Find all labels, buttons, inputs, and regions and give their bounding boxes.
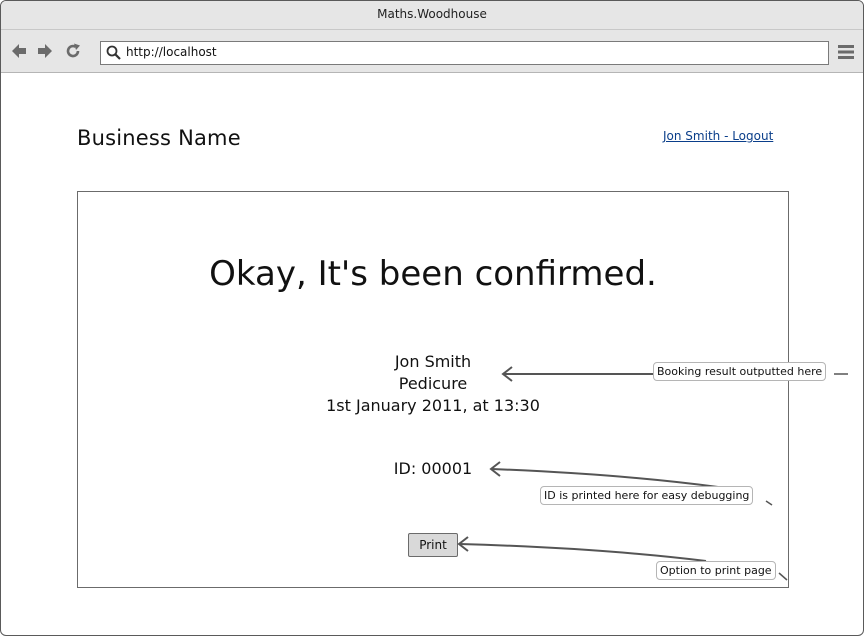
hamburger-menu-icon[interactable] [837,43,855,61]
print-button[interactable]: Print [408,533,458,557]
forward-arrow-icon[interactable] [36,42,54,60]
logout-link[interactable]: Jon Smith - Logout [663,129,773,143]
confirmation-panel: Okay, It's been confirmed. Jon Smith Ped… [77,191,789,588]
print-option-callout: Option to print page [656,561,776,580]
confirmation-headline: Okay, It's been confirmed. [209,254,657,294]
business-name: Business Name [77,126,241,150]
id-debug-callout: ID is printed here for easy debugging [540,486,754,505]
browser-toolbar: http://localhost [1,30,863,73]
booking-result-callout: Booking result outputted here [653,362,827,381]
service-name: Pedicure [398,374,468,393]
address-bar[interactable]: http://localhost [100,41,829,65]
title-bar: Maths.Woodhouse [1,1,863,30]
customer-name: Jon Smith [394,352,472,371]
search-icon [106,45,121,60]
refresh-icon[interactable] [64,42,82,60]
window-title: Maths.Woodhouse [377,7,487,21]
booking-id: ID: 00001 [393,459,473,478]
url-text: http://localhost [126,45,217,59]
booking-datetime: 1st January 2011, at 13:30 [326,396,540,415]
back-arrow-icon[interactable] [10,42,28,60]
